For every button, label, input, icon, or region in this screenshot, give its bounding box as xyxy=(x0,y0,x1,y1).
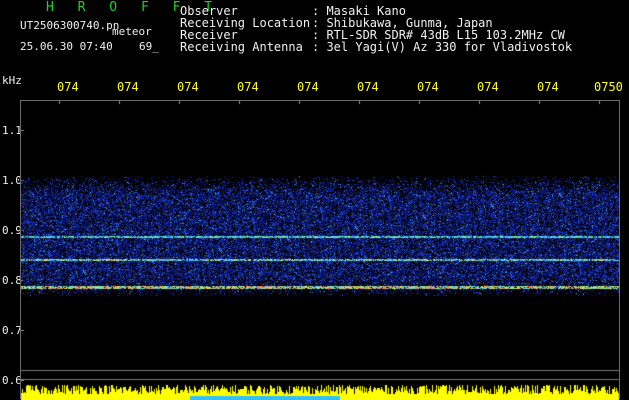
time-tick-label: 074 xyxy=(537,80,559,94)
time-tick-label: 074 xyxy=(117,80,139,94)
frequency-tick-label: 1.1 xyxy=(2,124,22,137)
frequency-tick-label: 0.7 xyxy=(2,324,22,337)
time-tick-label: 074 xyxy=(417,80,439,94)
time-tick-label: 074 xyxy=(177,80,199,94)
frequency-tick-label: 0.8 xyxy=(2,274,22,287)
frequency-tick-label: 0.6 xyxy=(2,374,22,387)
plot-frame xyxy=(20,100,620,399)
info-antenna-value: : 3el Yagi(V) Az 330 for Vladivostok xyxy=(312,40,573,54)
observation-datetime: 25.06.30 07:40 xyxy=(20,40,113,53)
frequency-unit-label: kHz xyxy=(2,74,22,87)
info-antenna-key: Receiving Antenna xyxy=(180,40,303,54)
time-tick-label: 074 xyxy=(477,80,499,94)
frequency-tick-label: 1.0 xyxy=(2,174,22,187)
time-tick-label: 074 xyxy=(297,80,319,94)
frequency-tick-label: 0.9 xyxy=(2,224,22,237)
time-tick-label: 074 xyxy=(357,80,379,94)
time-tick-label: 074 xyxy=(57,80,79,94)
meteor-count: 69_ xyxy=(139,40,159,53)
file-name: UT2506300740.pn xyxy=(20,19,120,32)
meteor-label: meteor xyxy=(112,25,152,38)
time-tick-label: 074 xyxy=(237,80,259,94)
time-tick-label: 0750 xyxy=(594,80,623,94)
